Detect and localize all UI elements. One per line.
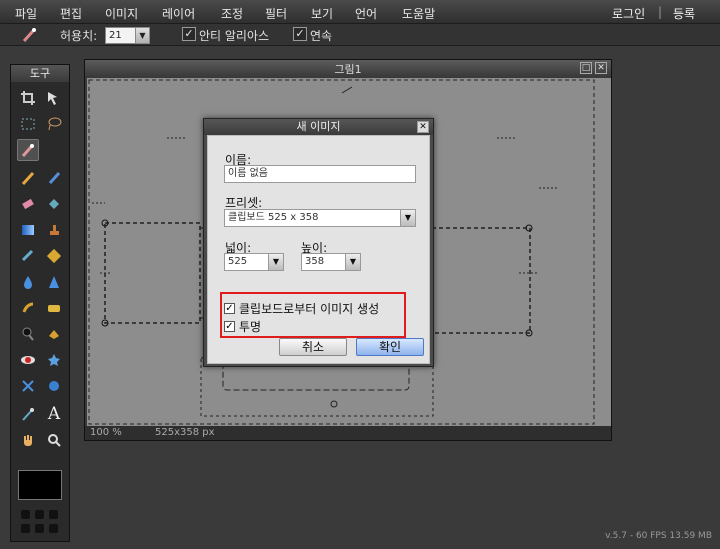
foreground-color-swatch[interactable] (18, 470, 62, 500)
lasso-tool-icon[interactable] (43, 113, 65, 135)
transparent-label: 투명 (239, 319, 262, 334)
dialog-titlebar[interactable]: 새 이미지 ✕ (204, 119, 433, 135)
dodge-tool-icon[interactable] (17, 323, 39, 345)
picker-tool-icon[interactable] (17, 403, 39, 425)
image-window-titlebar[interactable]: 그림1 □ ✕ (85, 60, 611, 76)
close-icon[interactable]: ✕ (595, 62, 607, 74)
color-grid-icon[interactable] (49, 510, 58, 519)
marquee-tool-icon[interactable] (17, 113, 39, 135)
menu-adjust[interactable]: 조정 (221, 5, 243, 22)
name-input[interactable]: 이름 없음 (224, 165, 416, 183)
menu-separator: | (658, 5, 663, 19)
crop-tool-icon[interactable] (17, 87, 39, 109)
tolerance-value: 21 (109, 30, 122, 41)
color-grid-icon[interactable] (21, 510, 30, 519)
tool-panel-title: 도구 (11, 65, 69, 82)
color-grid-icon[interactable] (49, 524, 58, 533)
image-status-bar: 100 % 525x358 px (85, 426, 611, 440)
register-link[interactable]: 등록 (673, 5, 695, 22)
menu-file[interactable]: 파일 (15, 5, 37, 22)
text-tool-icon[interactable]: A (43, 403, 65, 425)
magic-wand-icon (20, 26, 38, 47)
chevron-down-icon: ▼ (400, 210, 415, 226)
tolerance-select[interactable]: 21 ▼ (105, 27, 150, 44)
app-status-text: v.5.7 - 60 FPS 13.59 MB (605, 531, 712, 541)
maximize-icon[interactable]: □ (580, 62, 592, 74)
pencil-tool-icon[interactable] (17, 167, 39, 189)
transparent-checkbox[interactable]: ✓ (224, 320, 235, 332)
image-window-title: 그림1 (334, 63, 362, 76)
sponge-tool-icon[interactable] (43, 297, 65, 319)
dialog-body: 이름: 이름 없음 프리셋: 클립보드 525 x 358 ▼ 넓이: 525 … (207, 135, 430, 364)
tool-panel: 도구 A (10, 64, 70, 542)
menu-bar: 파일 편집 이미지 레이어 조정 필터 보기 언어 도움말 로그인 | 등록 (0, 0, 720, 24)
pinch-tool-icon[interactable] (43, 375, 65, 397)
clipboard-option[interactable]: ✓ 클립보드로부터 이미지 생성 (224, 301, 380, 316)
sharpen-tool-icon[interactable] (43, 271, 65, 293)
width-select[interactable]: 525 ▼ (224, 253, 284, 271)
color-grid-icon[interactable] (35, 524, 44, 533)
zoom-level: 100 % (90, 427, 122, 438)
antialias-checkbox[interactable]: ✓ (182, 27, 196, 41)
name-value: 이름 없음 (228, 168, 268, 179)
close-icon[interactable]: ✕ (417, 121, 429, 133)
menu-edit[interactable]: 편집 (60, 5, 82, 22)
continuous-label: 연속 (310, 29, 333, 43)
cancel-button[interactable]: 취소 (279, 338, 347, 356)
login-link[interactable]: 로그인 (612, 5, 645, 22)
transparent-option[interactable]: ✓ 투명 (224, 319, 262, 334)
menu-filter[interactable]: 필터 (265, 5, 287, 22)
preset-select[interactable]: 클립보드 525 x 358 ▼ (224, 209, 416, 227)
chevron-down-icon: ▼ (135, 28, 149, 43)
tolerance-label: 허용치: (60, 29, 98, 43)
move-tool-icon[interactable] (43, 87, 65, 109)
dialog-title: 새 이미지 (296, 120, 341, 133)
tool-options-bar: 허용치: 21 ▼ ✓ 안티 알리아스 ✓ 연속 (0, 24, 720, 46)
red-eye-tool-icon[interactable] (17, 349, 39, 371)
menu-image[interactable]: 이미지 (105, 5, 138, 22)
color-grid-icon[interactable] (35, 510, 44, 519)
continuous-checkbox[interactable]: ✓ (293, 27, 307, 41)
smudge-tool-icon[interactable] (17, 297, 39, 319)
clipboard-checkbox[interactable]: ✓ (224, 302, 235, 314)
ok-button[interactable]: 확인 (356, 338, 424, 356)
bloat-tool-icon[interactable] (17, 375, 39, 397)
drawing-tool-icon[interactable] (43, 245, 65, 267)
paint-bucket-icon[interactable] (43, 193, 65, 215)
antialias-label: 안티 알리아스 (199, 29, 270, 43)
image-size: 525x358 px (155, 427, 215, 438)
color-grid-icon[interactable] (21, 524, 30, 533)
new-image-dialog: 새 이미지 ✕ 이름: 이름 없음 프리셋: 클립보드 525 x 358 ▼ … (203, 118, 434, 367)
eraser-tool-icon[interactable] (17, 193, 39, 215)
menu-layer[interactable]: 레이어 (162, 5, 195, 22)
height-select[interactable]: 358 ▼ (301, 253, 361, 271)
burn-tool-icon[interactable] (43, 323, 65, 345)
clipboard-label: 클립보드로부터 이미지 생성 (239, 301, 380, 316)
gradient-tool-icon[interactable] (17, 219, 39, 241)
menu-language[interactable]: 언어 (355, 5, 377, 22)
height-value: 358 (305, 256, 325, 267)
blur-tool-icon[interactable] (17, 271, 39, 293)
menu-help[interactable]: 도움말 (402, 5, 435, 22)
magic-wand-tool-icon[interactable] (17, 139, 39, 161)
chevron-down-icon: ▼ (268, 254, 283, 270)
hand-tool-icon[interactable] (17, 429, 39, 451)
zoom-tool-icon[interactable] (43, 429, 65, 451)
brush-tool-icon[interactable] (43, 167, 65, 189)
stamp-tool-icon[interactable] (43, 219, 65, 241)
color-replace-icon[interactable] (17, 245, 39, 267)
width-value: 525 (228, 256, 248, 267)
chevron-down-icon: ▼ (345, 254, 360, 270)
spot-heal-tool-icon[interactable] (43, 349, 65, 371)
preset-value: 클립보드 525 x 358 (228, 212, 319, 223)
menu-view[interactable]: 보기 (311, 5, 333, 22)
